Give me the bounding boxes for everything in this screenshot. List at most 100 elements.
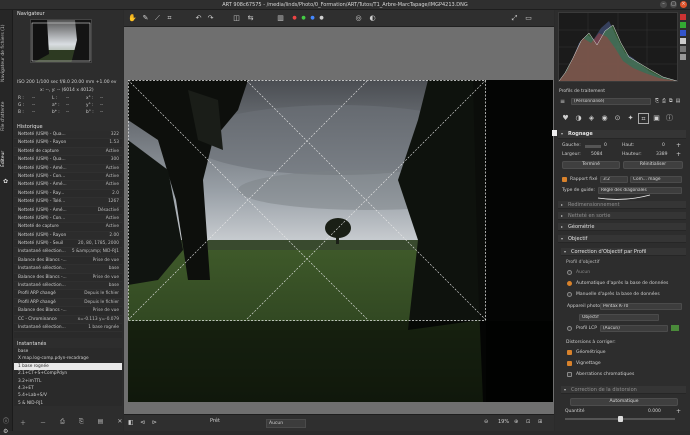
lens-none-radio[interactable]	[567, 270, 572, 275]
crop-w-value[interactable]: 5084	[591, 152, 602, 157]
fullscreen-icon[interactable]: ⤢	[510, 14, 519, 23]
view-mode-select[interactable]: Aucun	[266, 419, 306, 428]
lcp-radio[interactable]	[567, 326, 572, 331]
channel-blue-icon[interactable]: ●	[308, 14, 317, 23]
quality-slider-handle[interactable]	[618, 416, 623, 422]
hand-tool-icon[interactable]: ✋	[128, 14, 137, 23]
ca-checkbox[interactable]	[567, 372, 572, 377]
redo-icon[interactable]: ↷	[206, 14, 215, 23]
crop-y-value[interactable]: 0	[662, 143, 665, 148]
copy-snapshot-icon[interactable]: ⎘	[79, 418, 84, 427]
distortion-header[interactable]: ▾ Correction de la distorsion	[561, 386, 686, 394]
quality-value[interactable]: 0.000	[648, 409, 661, 414]
snapshot-item[interactable]: 3.2+imTTL	[14, 378, 122, 385]
lens-select[interactable]: Objectif	[579, 314, 659, 321]
focus-mask-icon[interactable]: ◎	[354, 14, 363, 23]
tab-editor[interactable]: Éditeur	[1, 144, 12, 174]
add-snapshot-icon[interactable]: ＋	[20, 418, 26, 427]
zoom-out-icon[interactable]: ⊖	[484, 419, 488, 425]
snapshot-item[interactable]: 5.4+Lab+S/V	[14, 392, 122, 399]
load-profile-icon[interactable]: ⎘	[655, 98, 659, 104]
tab-file-browser[interactable]: Navigateur de fichiers (1)	[1, 18, 12, 88]
vignetting-checkbox[interactable]	[567, 361, 572, 366]
folder-icon[interactable]	[671, 325, 679, 331]
close-button[interactable]: ×	[680, 1, 687, 8]
history-row[interactable]: Profil ARP changé Depuis le fichier	[14, 298, 122, 308]
history-row[interactable]: Instantané sélection... base	[14, 282, 122, 291]
save-profile-icon[interactable]: ⎙	[662, 98, 666, 104]
orientation-select[interactable]: Com... mage	[630, 176, 682, 183]
tab-local-icon[interactable]: ⊙	[612, 113, 623, 124]
crop-enable-toggle[interactable]	[552, 130, 557, 136]
tab-detail-icon[interactable]: ◈	[586, 113, 597, 124]
histogram-red-toggle[interactable]	[680, 14, 686, 20]
crop-x-value[interactable]: 0	[604, 143, 607, 148]
history-row[interactable]: CC - Chrominance x=-0.113 y=-0.079	[14, 315, 122, 324]
histogram-blue-toggle[interactable]	[680, 30, 686, 36]
history-row[interactable]: Netteté de capture Active	[14, 223, 122, 232]
snapshot-item[interactable]: 1 base rognée	[14, 362, 122, 371]
profile-list-icon[interactable]: ≡	[560, 98, 565, 105]
profile-select[interactable]: (Personnalisé)	[571, 98, 651, 105]
history-row[interactable]: Netteté (USM) - Rayon 2.00	[14, 231, 122, 241]
snapshot-item[interactable]: 4.3+ET	[14, 385, 122, 392]
channel-red-icon[interactable]: ●	[290, 14, 299, 23]
lens-profile-header[interactable]: ▾ Correction d'Objectif par Profil	[561, 248, 686, 256]
history-row[interactable]: Netteté (USM) - Seuil 20, 80, 1785, 2000	[14, 240, 122, 249]
history-row[interactable]: Instantané sélection... 5 &amp;amp; NID-R…	[14, 248, 122, 257]
ratio-select[interactable]: 3:2	[600, 176, 628, 183]
display-channels-icon[interactable]: ▥	[276, 14, 285, 23]
tab-exposure-icon[interactable]: ◑	[573, 113, 584, 124]
tab-raw-icon[interactable]: ▣	[651, 113, 662, 124]
history-row[interactable]: Instantané sélection... base	[14, 265, 122, 274]
crop-icon[interactable]: ⌗	[165, 14, 174, 23]
histogram-green-toggle[interactable]	[680, 22, 686, 28]
history-row[interactable]: Netteté (USM) - Amé... Active	[14, 164, 122, 173]
history-row[interactable]: Netteté de capture Active	[14, 147, 122, 157]
history-row[interactable]: Netteté (USM) - Ray... 2.0	[14, 190, 122, 199]
compare-icon[interactable]: ◫	[232, 14, 241, 23]
gear-icon[interactable]: ✿	[3, 178, 8, 185]
hide-panels-icon[interactable]: ▭	[524, 14, 533, 23]
snapshot-item[interactable]: 5 & NID-RJ1	[14, 400, 122, 406]
snapshot-item[interactable]: base	[14, 348, 122, 355]
white-balance-icon[interactable]: ✎	[141, 14, 150, 23]
history-row[interactable]: Netteté (USM) - Amé... Active	[14, 181, 122, 190]
camera-select[interactable]: Pentax K-70	[600, 303, 682, 310]
snapshots-list[interactable]: base X map.log-comp.pdyn-recadrage 1 base …	[14, 348, 122, 406]
tab-color-icon[interactable]: ◉	[599, 113, 610, 124]
section-resize[interactable]: ▸ Redimensionnement	[558, 201, 686, 209]
copy-profile-icon[interactable]: ⧉	[669, 98, 673, 104]
history-row[interactable]: Instantané sélection... 1 base rognée	[14, 324, 122, 333]
section-geometry[interactable]: ▸ Géométrie	[558, 223, 686, 231]
geometric-checkbox[interactable]	[567, 350, 572, 355]
info-icon[interactable]: ⓘ	[3, 416, 9, 425]
color-space-icon[interactable]: ◐	[368, 14, 377, 23]
paste-profile-icon[interactable]: ▤	[676, 98, 681, 104]
section-output-sharpening[interactable]: ▸ Netteté en sortie	[558, 212, 686, 220]
section-lens[interactable]: ▾ Objectif	[558, 235, 686, 243]
history-list[interactable]: Netteté (USM) - Qua... 322 Netteté (USM) -…	[14, 131, 122, 338]
tab-effects-icon[interactable]: ✦	[625, 113, 636, 124]
maximize-button[interactable]: □	[670, 1, 677, 8]
crop-h-value[interactable]: 3389	[656, 152, 667, 157]
history-row[interactable]: Netteté (USM) - Con... Active	[14, 214, 122, 224]
tab-queue[interactable]: File d'attente	[1, 96, 12, 136]
straighten-icon[interactable]: ⟋	[153, 14, 162, 23]
settings-icon[interactable]: ⚙	[3, 428, 8, 435]
undo-icon[interactable]: ↶	[194, 14, 203, 23]
history-row[interactable]: Balance des Blancs -... Prise de vue	[14, 257, 122, 266]
crop-x-slider[interactable]	[585, 145, 601, 148]
history-row[interactable]: Netteté (USM) - Qua... 322	[14, 131, 122, 140]
history-row[interactable]: Netteté (USM) - Con... Active	[14, 173, 122, 182]
nav-forward-icon[interactable]: ⊳	[152, 419, 157, 426]
save-snapshot-icon[interactable]: ⎙	[60, 418, 65, 427]
histogram-lum-toggle[interactable]	[680, 38, 686, 44]
paste-snapshot-icon[interactable]: ▤	[98, 418, 104, 427]
tab-favorites-icon[interactable]: ♥	[560, 113, 571, 124]
zoom-in-icon[interactable]: ⊕	[514, 419, 518, 425]
histogram-raw-toggle[interactable]	[680, 54, 686, 60]
crop-reset-button[interactable]: Réinitialiser	[623, 161, 683, 169]
history-row[interactable]: Balance des Blancs -... Prise de vue	[14, 274, 122, 283]
histogram-chroma-toggle[interactable]	[680, 46, 686, 52]
